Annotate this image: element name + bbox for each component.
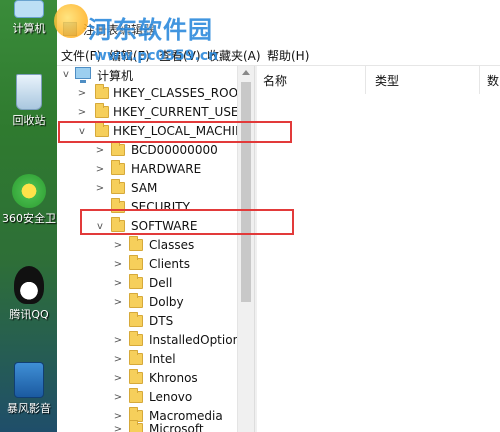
folder-icon <box>111 141 125 156</box>
desktop-icon-label: 暴风影音 <box>7 402 51 415</box>
tree-item-microsoft[interactable]: > Microsoft <box>113 420 243 432</box>
storm-player-icon <box>14 362 44 398</box>
chevron-right-icon[interactable]: > <box>113 354 123 366</box>
chevron-right-icon[interactable]: > <box>113 392 123 404</box>
regedit-app-icon <box>63 22 77 36</box>
column-separator[interactable] <box>479 66 480 94</box>
folder-icon <box>111 179 125 194</box>
folder-icon <box>111 160 125 175</box>
recycle-bin-icon <box>16 74 42 110</box>
tree-item-label: BCD00000000 <box>131 143 218 157</box>
chevron-right-icon[interactable]: > <box>77 88 87 100</box>
chevron-right-icon[interactable]: > <box>95 164 105 176</box>
desktop-icon-computer[interactable]: 计算机 <box>0 0 58 36</box>
tree-item-lenovo[interactable]: > Lenovo <box>113 388 243 407</box>
qq-penguin-icon <box>14 266 44 304</box>
tree-item-dolby[interactable]: > Dolby <box>113 293 243 312</box>
tree-expander <box>113 316 123 328</box>
chevron-right-icon[interactable]: > <box>113 240 123 252</box>
tree-item-hkey-classes-root[interactable]: > HKEY_CLASSES_ROOT <box>77 84 247 103</box>
tree-item-label: HKEY_CLASSES_ROOT <box>113 86 246 100</box>
column-separator[interactable] <box>365 66 366 94</box>
menu-view[interactable]: 查看(V) <box>159 47 201 64</box>
tree-item-dell[interactable]: > Dell <box>113 274 243 293</box>
folder-icon <box>129 420 143 432</box>
scrollbar-thumb[interactable] <box>241 82 251 302</box>
desktop-icon-qq[interactable]: 腾讯QQ <box>0 266 58 322</box>
desktop-icon-storm[interactable]: 暴风影音 <box>0 362 58 416</box>
folder-icon <box>129 388 143 403</box>
folder-icon <box>129 369 143 384</box>
desktop-icon-label: 360安全卫 <box>2 212 56 225</box>
tree-item-label: DTS <box>149 314 174 328</box>
menu-help[interactable]: 帮助(H) <box>267 47 309 64</box>
chevron-right-icon[interactable]: > <box>113 278 123 290</box>
desktop-strip: 计算机 回收站 360安全卫 腾讯QQ 暴风影音 <box>0 0 58 432</box>
menu-bar: 文件(F) 编辑(E) 查看(V) 收藏夹(A) 帮助(H) <box>57 44 500 66</box>
chevron-right-icon[interactable]: > <box>113 297 123 309</box>
window-title: 注册表编辑器 <box>83 23 156 37</box>
folder-icon <box>95 84 109 99</box>
tree-item-clients[interactable]: > Clients <box>113 255 243 274</box>
folder-icon <box>129 293 143 308</box>
computer-icon <box>14 0 44 18</box>
folder-icon <box>129 331 143 346</box>
computer-icon <box>75 67 91 83</box>
menu-edit[interactable]: 编辑(E) <box>109 47 150 64</box>
tree-item-label: Classes <box>149 238 195 252</box>
folder-icon <box>129 350 143 365</box>
highlight-box-local-machine <box>58 121 292 143</box>
title-bar[interactable]: 注册表编辑器 <box>57 0 500 44</box>
desktop-icon-label: 回收站 <box>12 114 46 127</box>
scroll-up-arrow-icon[interactable] <box>242 70 250 75</box>
desktop-icon-recycle-bin[interactable]: 回收站 <box>0 74 58 128</box>
tree-item-label: Dell <box>149 276 173 290</box>
folder-icon <box>129 274 143 289</box>
tree-item-label: Lenovo <box>149 390 193 404</box>
tree-item-sam[interactable]: > SAM <box>95 179 245 198</box>
tree-item-classes[interactable]: > Classes <box>113 236 243 255</box>
360-security-icon <box>12 174 46 208</box>
tree-item-khronos[interactable]: > Khronos <box>113 369 243 388</box>
folder-icon <box>129 255 143 270</box>
folder-icon <box>95 103 109 118</box>
folder-icon <box>129 236 143 251</box>
tree-item-label: 计算机 <box>97 69 134 83</box>
values-pane: 名称 类型 数 <box>257 66 500 432</box>
tree-item-dts[interactable]: DTS <box>113 312 243 331</box>
chevron-right-icon[interactable]: > <box>113 373 123 385</box>
chevron-right-icon[interactable]: > <box>95 183 105 195</box>
desktop-icon-360[interactable]: 360安全卫 <box>0 174 58 226</box>
tree-item-label: InstalledOptions <box>149 333 247 347</box>
tree-item-label: HARDWARE <box>131 162 202 176</box>
desktop-icon-label: 腾讯QQ <box>9 308 49 321</box>
tree-item-installedoptions[interactable]: > InstalledOptions <box>113 331 247 350</box>
tree-item-label: Khronos <box>149 371 198 385</box>
folder-icon <box>129 312 143 327</box>
tree-item-bcd[interactable]: > BCD00000000 <box>95 141 245 160</box>
column-header-type[interactable]: 类型 <box>375 72 399 89</box>
tree-item-label: Microsoft <box>149 422 204 432</box>
tree-item-label: Intel <box>149 352 176 366</box>
tree-item-label: SAM <box>131 181 158 195</box>
desktop-icon-label: 计算机 <box>12 22 46 35</box>
chevron-right-icon[interactable]: > <box>77 107 87 119</box>
tree-item-computer[interactable]: v 计算机 <box>61 66 241 84</box>
column-header-data[interactable]: 数 <box>487 72 499 89</box>
tree-item-intel[interactable]: > Intel <box>113 350 243 369</box>
chevron-right-icon[interactable]: > <box>113 259 123 271</box>
menu-favorites[interactable]: 收藏夹(A) <box>207 47 261 64</box>
highlight-box-software <box>80 209 294 235</box>
tree-item-label: Dolby <box>149 295 184 309</box>
menu-file[interactable]: 文件(F) <box>61 47 101 64</box>
column-header-name[interactable]: 名称 <box>263 72 287 89</box>
tree-item-label: HKEY_CURRENT_USER <box>113 105 247 119</box>
tree-item-label: Clients <box>149 257 190 271</box>
chevron-right-icon[interactable]: > <box>113 424 123 432</box>
tree-item-hkey-current-user[interactable]: > HKEY_CURRENT_USER <box>77 103 247 122</box>
chevron-down-icon[interactable]: v <box>61 69 71 81</box>
chevron-right-icon[interactable]: > <box>95 145 105 157</box>
tree-item-hardware[interactable]: > HARDWARE <box>95 160 245 179</box>
chevron-right-icon[interactable]: > <box>113 335 123 347</box>
